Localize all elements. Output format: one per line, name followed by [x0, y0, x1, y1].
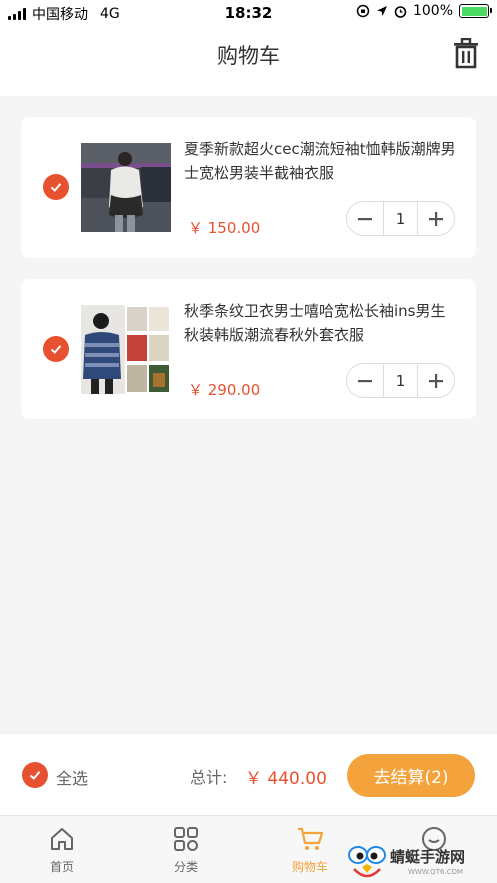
alarm-icon [394, 5, 407, 18]
tab-category[interactable]: 分类 [146, 824, 226, 875]
minus-icon [358, 217, 372, 220]
select-all-label[interactable]: 全选 [56, 765, 88, 789]
orientation-lock-icon [356, 4, 370, 18]
quantity-value[interactable]: 1 [383, 364, 418, 397]
page-title: 购物车 [217, 44, 280, 68]
status-right: 100% [356, 3, 492, 19]
decrease-button[interactable] [347, 364, 383, 397]
product-price: ￥ 290.00 [188, 381, 261, 399]
tab-label: 首页 [49, 860, 74, 874]
increase-button[interactable] [418, 364, 454, 397]
checkmark-icon [29, 771, 41, 780]
home-icon [51, 828, 73, 850]
plus-icon [429, 373, 443, 388]
battery-icon [459, 4, 492, 18]
quantity-stepper: 1 [346, 201, 455, 236]
select-all-checkbox[interactable] [22, 762, 48, 788]
product-title[interactable]: 夏季新款超火cec潮流短袖t恤韩版潮牌男士宽松男装半截袖衣服 [184, 137, 459, 185]
cart-icon [298, 827, 324, 850]
watermark-text: 蜻蜓手游网 [390, 848, 466, 866]
nav-bar: 购物车 [0, 26, 497, 96]
trash-icon [454, 37, 478, 69]
location-icon [376, 6, 387, 16]
tab-cart[interactable]: 购物车 [270, 824, 350, 875]
tab-label: 分类 [173, 860, 198, 874]
watermark-url: WWW.QT6.COM [408, 868, 464, 876]
category-grid-icon [174, 827, 198, 851]
product-image[interactable] [81, 143, 171, 232]
item-checkbox[interactable] [43, 174, 69, 200]
quantity-value[interactable]: 1 [383, 202, 418, 235]
quantity-stepper: 1 [346, 363, 455, 398]
increase-button[interactable] [418, 202, 454, 235]
dragonfly-logo-icon [348, 846, 386, 878]
watermark-logo: 蜻蜓手游网 WWW.QT6.COM [348, 843, 493, 881]
checkmark-icon [50, 345, 62, 354]
cart-item: 秋季条纹卫衣男士嘻哈宽松长袖ins男生秋装韩版潮流春秋外套衣服 ￥ 290.00… [21, 279, 476, 419]
product-title[interactable]: 秋季条纹卫衣男士嘻哈宽松长袖ins男生秋装韩版潮流春秋外套衣服 [184, 299, 459, 347]
checkmark-icon [50, 183, 62, 192]
total-value: ￥ 440.00 [245, 769, 327, 789]
delete-button[interactable] [451, 37, 481, 70]
tab-label: 购物车 [291, 860, 328, 874]
tab-home[interactable]: 首页 [22, 824, 102, 875]
total-label: 总计: [190, 768, 228, 787]
product-image[interactable] [81, 305, 171, 394]
plus-icon [429, 211, 443, 226]
checkout-button[interactable]: 去结算(2) [347, 754, 475, 797]
checkout-bar: 全选 总计: ￥ 440.00 去结算(2) [0, 733, 497, 815]
item-checkbox[interactable] [43, 336, 69, 362]
product-price: ￥ 150.00 [188, 219, 261, 237]
decrease-button[interactable] [347, 202, 383, 235]
status-bar: 中国移动 4G 18:32 100% [0, 0, 497, 26]
battery-percent: 100% [412, 3, 453, 19]
cart-item: 夏季新款超火cec潮流短袖t恤韩版潮牌男士宽松男装半截袖衣服 ￥ 150.00 … [21, 117, 476, 258]
minus-icon [358, 379, 372, 382]
